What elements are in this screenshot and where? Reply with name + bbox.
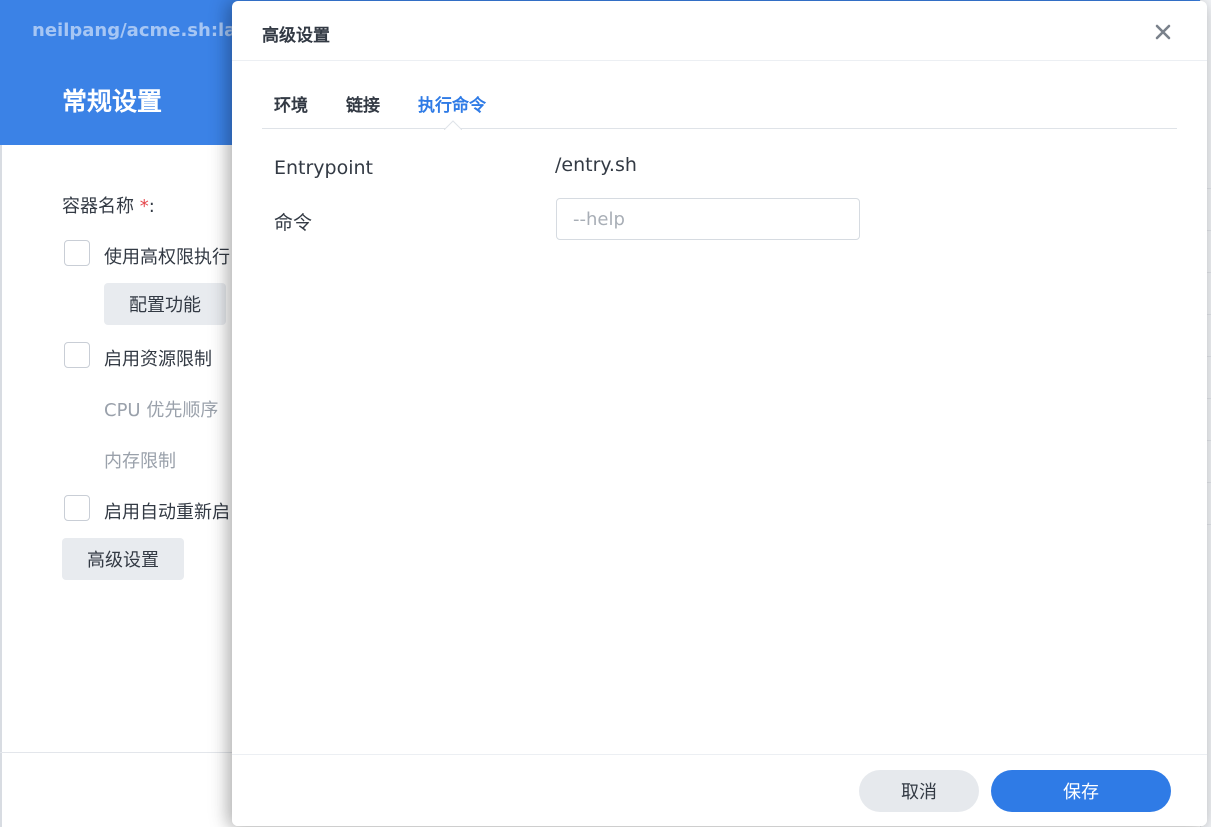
container-name-label: 容器名称 *: (62, 196, 155, 217)
footer-divider (0, 752, 232, 753)
auto-restart-checkbox[interactable] (64, 495, 90, 521)
container-image-title: neilpang/acme.sh:la (32, 20, 237, 41)
resource-limit-checkbox[interactable] (64, 342, 90, 368)
dialog-title: 高级设置 (262, 26, 330, 46)
dialog-header: 高级设置 (232, 1, 1207, 61)
advanced-settings-dialog: 高级设置 环境 链接 执行命令 Entrypoint /entry.sh 命令 … (232, 1, 1207, 826)
command-label: 命令 (274, 212, 313, 234)
required-mark: * (139, 196, 149, 217)
configure-capabilities-button[interactable]: 配置功能 (104, 283, 226, 325)
command-input[interactable] (556, 198, 860, 240)
advanced-settings-button[interactable]: 高级设置 (62, 538, 184, 580)
close-button[interactable] (1150, 19, 1176, 45)
left-border (0, 145, 2, 827)
save-button[interactable]: 保存 (991, 770, 1171, 812)
cancel-button[interactable]: 取消 (859, 770, 979, 812)
auto-restart-label: 启用自动重新启 (104, 502, 230, 523)
general-settings-title: 常规设置 (62, 87, 163, 116)
active-tab-caret-icon (444, 120, 462, 130)
tab-links[interactable]: 链接 (346, 91, 380, 116)
memory-limit-label: 内存限制 (104, 451, 176, 472)
cpu-priority-label: CPU 优先顺序 (104, 400, 219, 421)
dialog-footer: 取消 保存 (232, 754, 1207, 826)
resource-limit-label: 启用资源限制 (104, 349, 212, 370)
tab-environment[interactable]: 环境 (274, 91, 308, 116)
privilege-checkbox[interactable] (64, 240, 90, 266)
tab-bar: 环境 链接 执行命令 (262, 61, 1177, 130)
entrypoint-value: /entry.sh (555, 154, 637, 176)
tab-execute-command[interactable]: 执行命令 (418, 91, 486, 116)
privilege-label: 使用高权限执行 (104, 247, 230, 268)
entrypoint-label: Entrypoint (274, 157, 374, 179)
close-icon (1155, 24, 1171, 40)
